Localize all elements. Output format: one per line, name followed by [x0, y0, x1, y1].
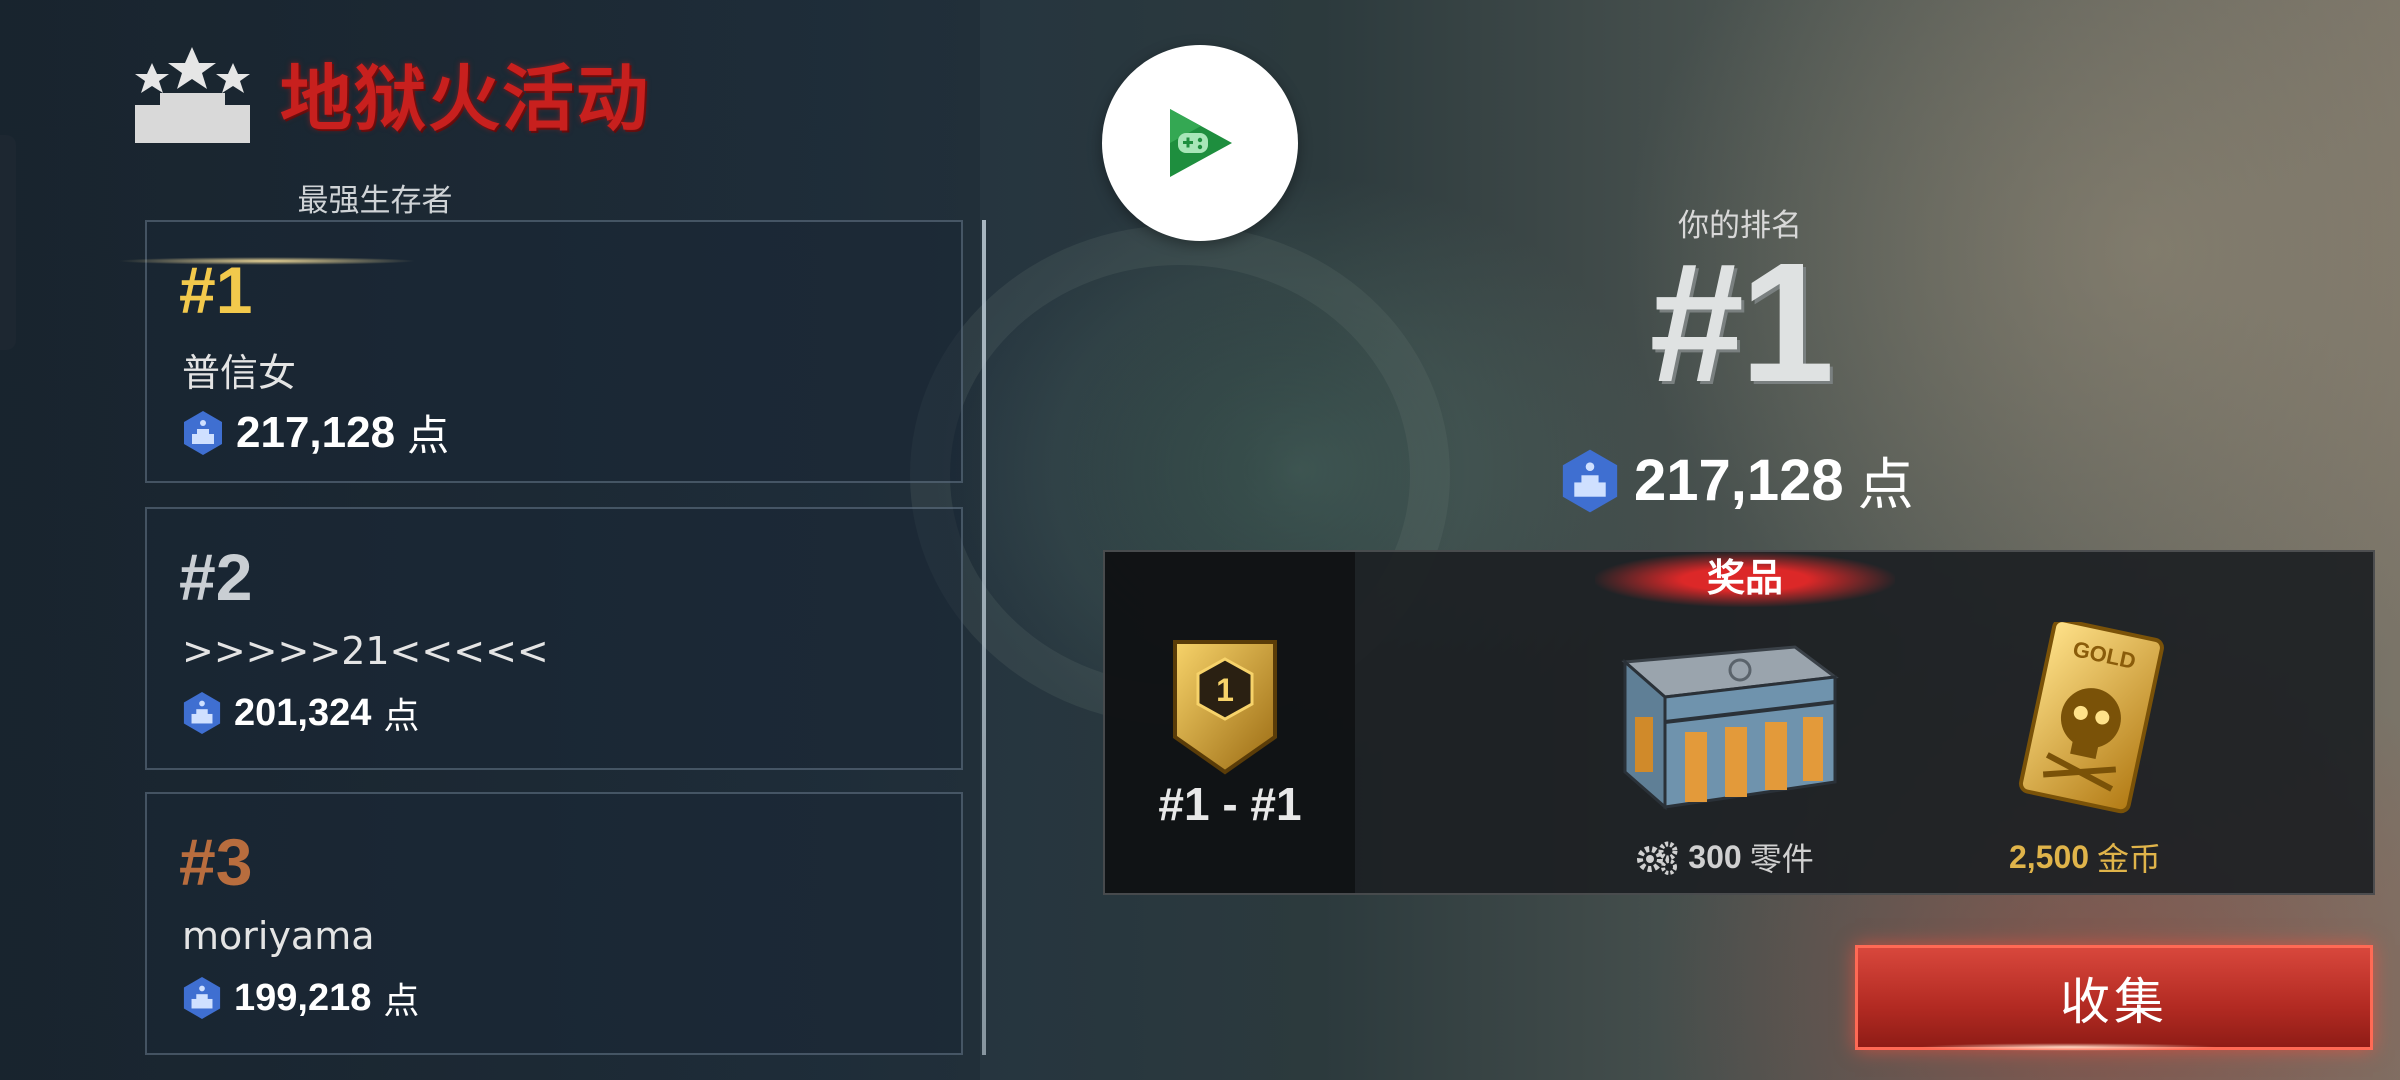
parts-crate-icon [1621, 645, 1839, 811]
play-games-icon [1170, 109, 1232, 177]
reward-parts-unit: 零件 [1749, 840, 1814, 878]
panel-divider [982, 220, 986, 1055]
your-score: 217,128 点 [1560, 440, 1914, 521]
player-name: 普信女 [182, 351, 297, 395]
reward-parts: 300 零件 [1595, 622, 1855, 880]
tier-badge-icon: 1 [1173, 640, 1277, 775]
collect-button[interactable]: 收集 [1855, 945, 2373, 1051]
play-games-button[interactable] [1102, 45, 1298, 241]
score-medal-icon [183, 977, 221, 1019]
reward-parts-amount: 300 [1688, 838, 1742, 875]
score-value: 199,218 [234, 976, 372, 1019]
reward-gold-amount: 2,500 [2008, 838, 2090, 875]
prize-banner: 奖品 [1595, 552, 1895, 607]
your-rank-number: #1 [1649, 228, 1834, 418]
reward-gold-label: 2,500 金币 [1955, 834, 2215, 880]
your-score-value: 217,128 [1634, 448, 1844, 513]
gears-icon [1637, 841, 1678, 875]
player-score: 201,324 点 [182, 687, 419, 739]
tier-badge-number: 1 [1216, 672, 1234, 708]
player-score: 199,218 点 [182, 972, 419, 1024]
leaderboard-entry-1[interactable]: #1 普信女 217,128 点 [117, 220, 963, 483]
your-score-unit: 点 [1857, 453, 1914, 518]
score-unit: 点 [383, 696, 420, 737]
player-name: moriyama [182, 914, 375, 958]
prize-tier: 1 #1 - #1 [1105, 552, 1355, 893]
podium-stars-icon [135, 47, 250, 143]
reward-parts-label: 300 零件 [1595, 834, 1855, 880]
leaderboard-heading: 最强生存者 [297, 183, 453, 219]
leaderboard-entry-2[interactable]: #2 >>>>>21<<<<< 201,324 点 [145, 507, 963, 770]
score-value: 201,324 [234, 691, 372, 734]
player-score: 217,128 点 [182, 402, 449, 463]
score-unit: 点 [407, 411, 450, 460]
prize-panel: 1 #1 - #1 奖品 300 零件 GOLD 2,500 金币 [1103, 550, 2375, 895]
score-medal-icon [184, 410, 222, 455]
leaderboard-entry-3[interactable]: #3 moriyama 199,218 点 [145, 792, 963, 1055]
score-medal-icon [1562, 449, 1618, 512]
highlight-glint [117, 257, 417, 265]
event-title: 地狱火活动 [280, 56, 651, 141]
player-name: >>>>>21<<<<< [182, 629, 549, 673]
reward-gold-unit: 金币 [2097, 840, 2162, 878]
reward-gold: GOLD 2,500 金币 [1955, 618, 2215, 880]
rank-number: #1 [179, 253, 253, 327]
gold-card-icon: GOLD [2018, 618, 2164, 814]
score-unit: 点 [383, 981, 420, 1022]
score-medal-icon [183, 692, 221, 734]
rank-number: #2 [179, 540, 253, 614]
score-value: 217,128 [236, 407, 396, 457]
side-drawer-handle[interactable] [0, 135, 16, 350]
rank-number: #3 [179, 825, 253, 899]
tier-range: #1 - #1 [1158, 778, 1302, 830]
